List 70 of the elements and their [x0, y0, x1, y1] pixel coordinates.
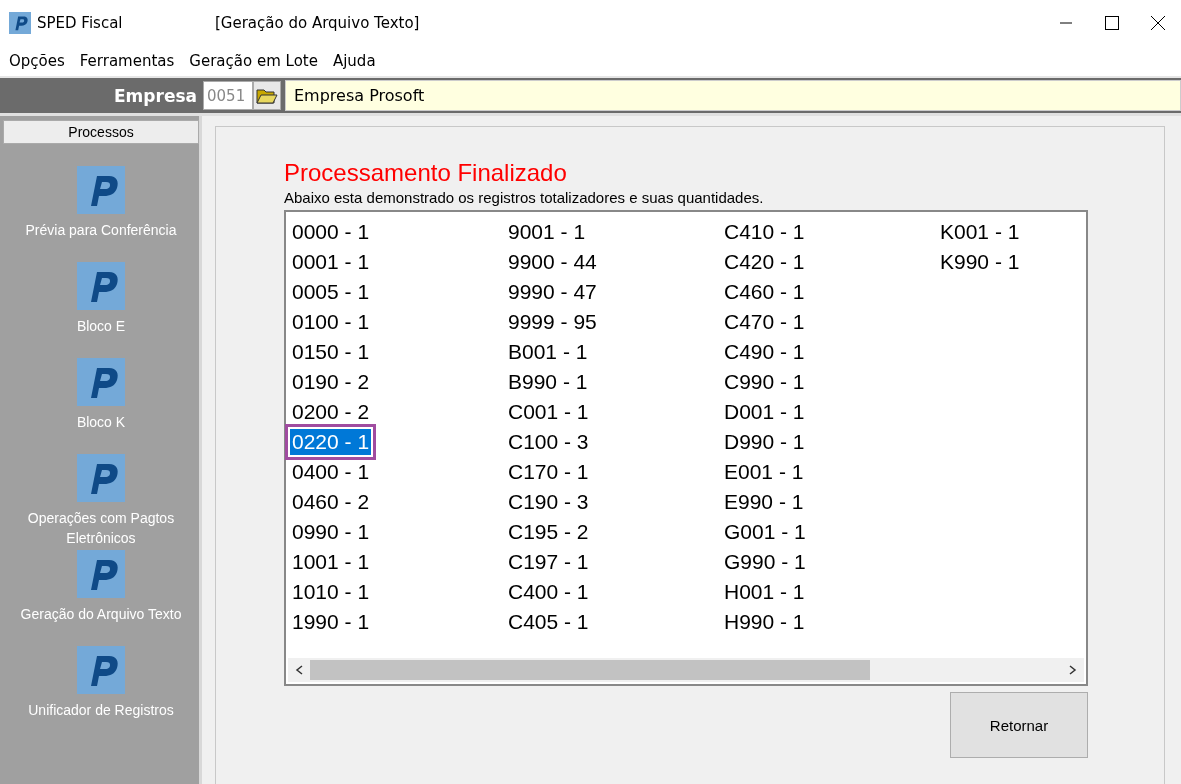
company-code-field[interactable]: 0051	[203, 81, 253, 110]
record-item[interactable]: 9990 - 47	[506, 279, 599, 305]
record-item[interactable]: 0200 - 2	[290, 399, 372, 425]
folder-icon	[256, 86, 278, 105]
return-button[interactable]: Retornar	[950, 692, 1088, 758]
record-item[interactable]: 9900 - 44	[506, 249, 599, 275]
record-item[interactable]: H001 - 1	[722, 579, 807, 605]
record-item[interactable]: 1990 - 1	[290, 609, 372, 635]
record-item[interactable]: 0990 - 1	[290, 519, 372, 545]
record-item[interactable]: 0001 - 1	[290, 249, 372, 275]
p-logo-icon	[77, 166, 125, 214]
company-name-field[interactable]: Empresa Prosoft	[285, 80, 1181, 111]
record-item[interactable]: C197 - 1	[506, 549, 591, 575]
record-item[interactable]: C470 - 1	[722, 309, 807, 335]
p-logo-icon	[77, 550, 125, 598]
p-logo-icon	[77, 358, 125, 406]
p-logo-icon	[77, 262, 125, 310]
record-item[interactable]: 0190 - 2	[290, 369, 372, 395]
record-item[interactable]: B001 - 1	[506, 339, 590, 365]
record-item[interactable]: 1001 - 1	[290, 549, 372, 575]
record-item[interactable]: 0000 - 1	[290, 219, 372, 245]
record-item[interactable]: K990 - 1	[938, 249, 1022, 275]
record-item[interactable]: C100 - 3	[506, 429, 591, 455]
record-item[interactable]: G001 - 1	[722, 519, 808, 545]
record-item[interactable]: 9001 - 1	[506, 219, 588, 245]
record-item[interactable]: 0005 - 1	[290, 279, 372, 305]
scroll-right-icon[interactable]	[1069, 665, 1077, 675]
record-item[interactable]: C195 - 2	[506, 519, 591, 545]
record-item[interactable]: 0100 - 1	[290, 309, 372, 335]
record-item[interactable]: B990 - 1	[506, 369, 590, 395]
menu-item[interactable]: Geração em Lote	[184, 52, 323, 70]
menu-item[interactable]: Opções	[4, 52, 70, 70]
company-label: Empresa	[113, 85, 198, 106]
record-item[interactable]: 1010 - 1	[290, 579, 372, 605]
record-item[interactable]: K001 - 1	[938, 219, 1022, 245]
scroll-left-icon[interactable]	[295, 665, 303, 675]
record-item[interactable]: 0400 - 1	[290, 459, 372, 485]
menu-item[interactable]: Ferramentas	[74, 52, 180, 70]
record-item[interactable]: C170 - 1	[506, 459, 591, 485]
description-text: Abaixo esta demonstrado os registros totalizadores e suas quantidades.	[284, 189, 765, 206]
processes-header[interactable]: Processos	[3, 120, 199, 144]
p-logo-icon	[77, 454, 125, 502]
window-title: [Geração do Arquivo Texto]	[215, 14, 421, 32]
record-item[interactable]: C410 - 1	[722, 219, 807, 245]
record-item[interactable]: C001 - 1	[506, 399, 591, 425]
record-item[interactable]: G990 - 1	[722, 549, 808, 575]
record-item[interactable]: C490 - 1	[722, 339, 807, 365]
record-item[interactable]: C400 - 1	[506, 579, 591, 605]
record-item[interactable]: 0460 - 2	[290, 489, 372, 515]
close-icon[interactable]	[1151, 16, 1165, 30]
scrollbar-thumb[interactable]	[310, 660, 870, 680]
app-title: SPED Fiscal	[37, 14, 124, 32]
record-item[interactable]: E990 - 1	[722, 489, 806, 515]
record-item[interactable]: 9999 - 95	[506, 309, 599, 335]
record-item[interactable]: D001 - 1	[722, 399, 807, 425]
maximize-icon[interactable]	[1105, 16, 1119, 30]
record-item[interactable]: D990 - 1	[722, 429, 807, 455]
menu-item[interactable]: Ajuda	[327, 52, 381, 70]
record-item[interactable]: C990 - 1	[722, 369, 807, 395]
record-item[interactable]: C405 - 1	[506, 609, 591, 635]
record-item[interactable]: H990 - 1	[722, 609, 807, 635]
open-folder-button[interactable]	[253, 81, 281, 110]
record-item[interactable]: C190 - 3	[506, 489, 591, 515]
status-heading: Processamento Finalizado	[284, 159, 568, 187]
app-logo-icon	[9, 12, 31, 34]
record-item[interactable]: E001 - 1	[722, 459, 806, 485]
record-item[interactable]: C460 - 1	[722, 279, 807, 305]
p-logo-icon	[77, 646, 125, 694]
record-item[interactable]: C420 - 1	[722, 249, 807, 275]
record-item[interactable]: 0150 - 1	[290, 339, 372, 365]
